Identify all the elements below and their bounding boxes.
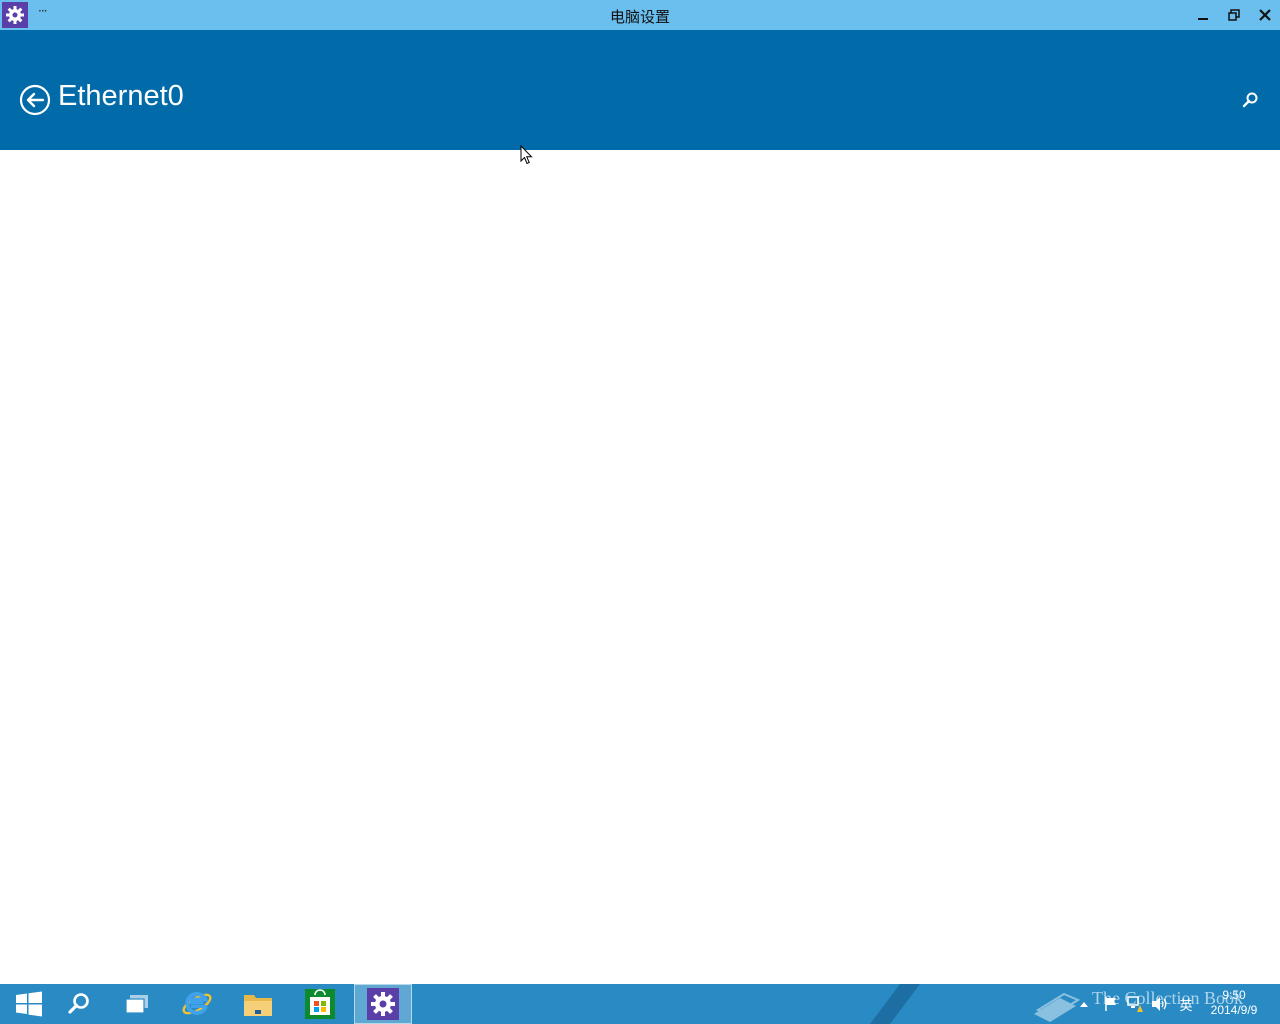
settings-taskbar-button[interactable] <box>354 984 412 1024</box>
volume-button[interactable] <box>1150 994 1168 1014</box>
back-button[interactable] <box>19 84 51 116</box>
taskbar: The Collection Book 英 9:50 2014/9/9 <box>0 984 1280 1024</box>
taskbar-decoration <box>870 984 930 1024</box>
close-icon <box>1259 9 1271 21</box>
show-hidden-icons-button[interactable] <box>1078 994 1090 1014</box>
search-icon <box>1242 92 1258 108</box>
clock-date: 2014/9/9 <box>1210 1003 1258 1017</box>
minimize-icon <box>1198 18 1208 20</box>
back-arrow-icon <box>19 84 51 116</box>
taskbar-search-button[interactable] <box>50 984 108 1024</box>
network-warning-icon <box>1127 996 1143 1012</box>
action-center-button[interactable] <box>1102 994 1120 1014</box>
input-method-indicator[interactable]: 英 <box>1177 994 1195 1014</box>
restore-button[interactable] <box>1219 0 1249 30</box>
clock-time: 9:50 <box>1222 988 1246 1002</box>
title-bar: ··· 电脑设置 <box>0 0 1280 30</box>
mouse-cursor-icon <box>520 144 534 165</box>
flag-icon <box>1105 997 1116 1011</box>
speaker-icon <box>1152 997 1167 1011</box>
page-header: Ethernet0 <box>0 30 1280 150</box>
task-view-icon <box>125 995 148 1014</box>
close-button[interactable] <box>1250 0 1280 30</box>
search-button[interactable] <box>1240 90 1260 110</box>
settings-icon <box>367 988 399 1020</box>
taskbar-clock[interactable]: 9:50 2014/9/9 <box>1200 988 1268 1018</box>
store-icon <box>305 989 335 1019</box>
file-explorer-icon <box>244 995 272 1016</box>
internet-explorer-icon <box>182 991 212 1015</box>
window-title: 电脑设置 <box>609 8 670 26</box>
network-status-button[interactable] <box>1126 994 1144 1014</box>
start-icon <box>16 991 42 1017</box>
minimize-button[interactable] <box>1188 0 1218 30</box>
internet-explorer-button[interactable] <box>168 984 226 1024</box>
search-icon <box>68 993 89 1014</box>
chevron-up-icon <box>1080 1002 1088 1007</box>
task-view-button[interactable] <box>108 984 166 1024</box>
page-title: Ethernet0 <box>58 80 184 112</box>
file-explorer-button[interactable] <box>229 984 287 1024</box>
store-button[interactable] <box>291 984 349 1024</box>
settings-content-area <box>0 150 1280 984</box>
restore-icon <box>1228 9 1240 21</box>
